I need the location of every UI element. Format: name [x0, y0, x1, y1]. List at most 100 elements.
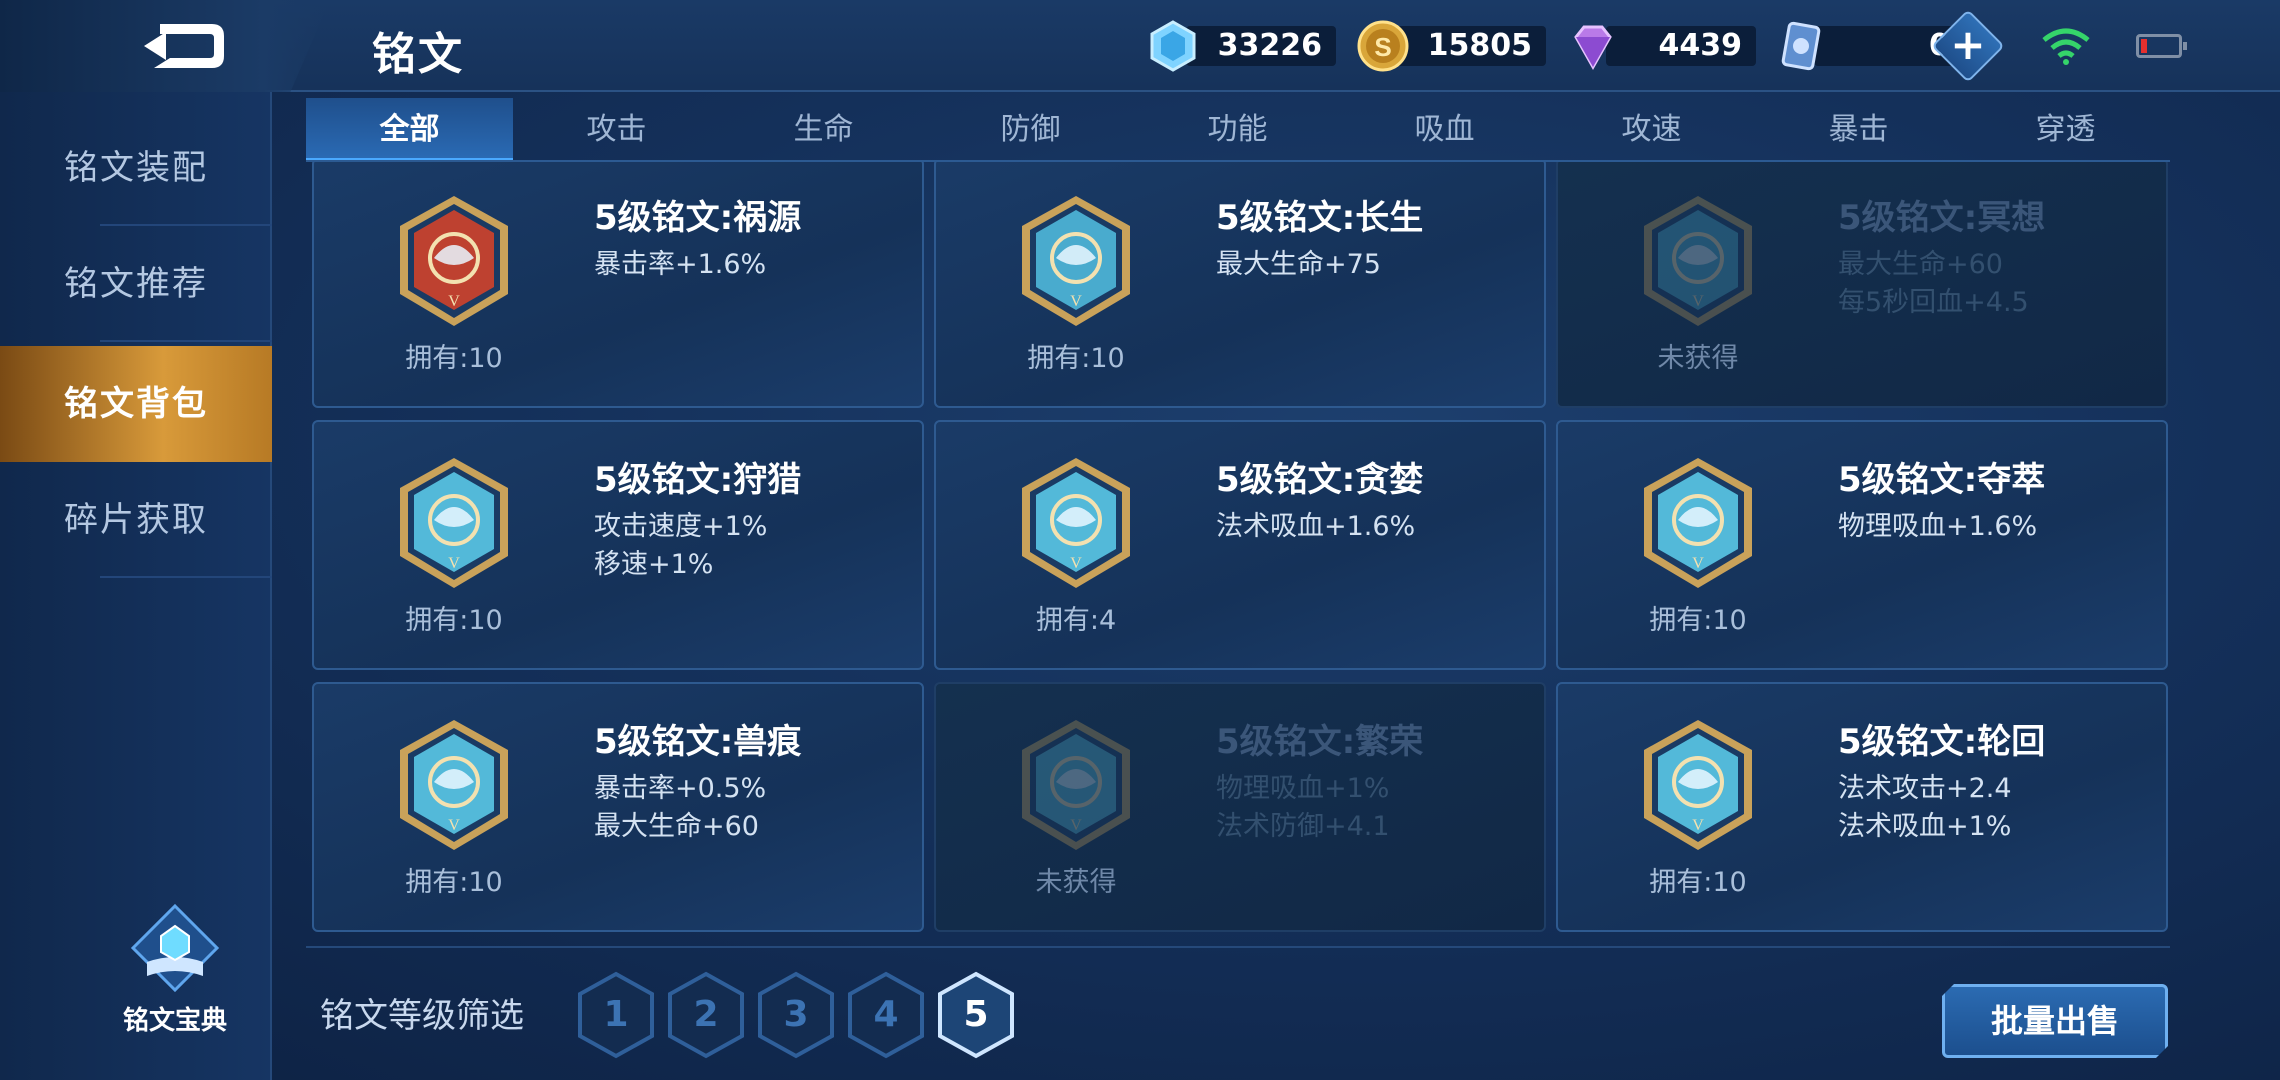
plus-icon: +	[1950, 20, 1986, 69]
inscription-stat: 暴击率+0.5%	[594, 773, 767, 804]
tab-penetration[interactable]: 穿透	[1962, 98, 2169, 162]
tab-health[interactable]: 生命	[720, 98, 927, 162]
inscription-emblem-icon: V	[1022, 196, 1130, 326]
inscription-emblem-icon: V	[400, 196, 508, 326]
inscription-stat: 物理吸血+1%	[1216, 773, 1390, 804]
sidebar-item-backpack[interactable]: 铭文背包	[0, 346, 272, 462]
inscription-stat: 攻击速度+1%	[594, 511, 768, 542]
bottom-divider	[306, 946, 2170, 948]
svg-text:V: V	[1070, 817, 1082, 834]
inscription-card[interactable]: V 5级铭文:夺萃物理吸血+1.6% 拥有:10	[1556, 420, 2168, 670]
level-filter-4[interactable]: 4	[846, 970, 926, 1060]
gold-amount: 15805	[1396, 26, 1546, 66]
tab-all[interactable]: 全部	[306, 98, 513, 162]
inscription-card[interactable]: V 5级铭文:兽痕 暴击率+0.5% 最大生命+60 拥有:10	[312, 682, 924, 932]
gem-amount: 4439	[1606, 26, 1756, 66]
inscription-name: 5级铭文:夺萃	[1838, 460, 2046, 500]
inscription-card[interactable]: V 5级铭文:长生最大生命+75 拥有:10	[934, 162, 1546, 408]
inscription-card[interactable]: V 5级铭文:狩猎 攻击速度+1% 移速+1% 拥有:10	[312, 420, 924, 670]
level-filter-2[interactable]: 2	[666, 970, 746, 1060]
owned-count: 拥有:10	[1649, 867, 1747, 898]
svg-text:V: V	[1692, 293, 1704, 310]
inscription-emblem-icon: V	[400, 720, 508, 850]
svg-text:V: V	[448, 293, 460, 310]
inscription-card[interactable]: V 5级铭文:繁荣 物理吸血+1% 法术防御+4.1 未获得	[934, 682, 1546, 932]
inscription-stat: 法术攻击+2.4	[1838, 773, 2012, 804]
sidebar-item-label: 碎片获取	[64, 500, 208, 540]
svg-text:V: V	[448, 817, 460, 834]
level-filter-5[interactable]: 5	[936, 970, 1016, 1060]
inscription-grid: V 5级铭文:祸源暴击率+1.6% 拥有:10 V 5级铭文:长生最大生命+75 拥有:1…	[306, 162, 2170, 942]
tab-attack-speed[interactable]: 攻速	[1548, 98, 1755, 162]
tab-lifesteal[interactable]: 吸血	[1341, 98, 1548, 162]
owned-count: 拥有:10	[405, 343, 503, 374]
owned-count: 拥有:10	[405, 867, 503, 898]
gold-currency: S 15805	[1356, 18, 1546, 74]
back-arrow-icon	[144, 24, 224, 68]
sidebar-item-equip[interactable]: 铭文装配	[0, 110, 272, 226]
inscription-emblem-icon: V	[1644, 196, 1752, 326]
tab-defense[interactable]: 防御	[927, 98, 1134, 162]
inscription-stat: 法术吸血+1.6%	[1216, 511, 1416, 542]
level-label: 2	[693, 994, 719, 1035]
tab-crit[interactable]: 暴击	[1755, 98, 1962, 162]
inscription-stat: 最大生命+60	[1838, 249, 2003, 280]
inscription-emblem-icon: V	[400, 458, 508, 588]
sidebar: 铭文装配 铭文推荐 铭文背包 碎片获取 铭文宝典	[0, 92, 272, 1080]
level-filter-3[interactable]: 3	[756, 970, 836, 1060]
gold-coin-icon: S	[1357, 20, 1409, 72]
codex-label: 铭文宝典	[122, 1006, 227, 1036]
sidebar-item-label: 铭文背包	[64, 384, 208, 424]
svg-text:S: S	[1374, 32, 1391, 62]
gem-currency: 4439	[1566, 18, 1756, 74]
inscription-emblem-icon: V	[1022, 458, 1130, 588]
level-filter-label: 铭文等级筛选	[320, 996, 524, 1036]
inscription-stat: 每5秒回血+4.5	[1838, 287, 2029, 318]
back-button[interactable]	[0, 0, 330, 92]
card-icon	[1781, 21, 1821, 71]
sidebar-item-label: 铭文推荐	[64, 264, 208, 304]
tab-utility[interactable]: 功能	[1134, 98, 1341, 162]
inscription-stat: 法术吸血+1%	[1838, 811, 2012, 842]
top-bar: 铭文 33226 S 15805 4439 0 +	[0, 0, 2280, 92]
level-label: 1	[603, 994, 629, 1035]
level-label: 5	[963, 994, 989, 1035]
level-label: 3	[783, 994, 809, 1035]
inscription-name: 5级铭文:繁荣	[1216, 722, 1424, 762]
bulk-sell-button[interactable]: 批量出售	[1942, 984, 2168, 1058]
sidebar-item-recommend[interactable]: 铭文推荐	[0, 226, 272, 342]
owned-count: 拥有:10	[1027, 343, 1125, 374]
svg-text:V: V	[448, 555, 460, 572]
inscription-emblem-icon: V	[1644, 458, 1752, 588]
diamond-icon	[1150, 20, 1196, 72]
level-label: 4	[873, 994, 899, 1035]
sidebar-item-label: 铭文装配	[64, 148, 208, 188]
inscription-stat: 物理吸血+1.6%	[1838, 511, 2038, 542]
inscription-stat: 暴击率+1.6%	[594, 249, 767, 280]
inscription-name: 5级铭文:祸源	[594, 198, 802, 238]
owned-count: 未获得	[1657, 343, 1739, 374]
inscription-card[interactable]: V 5级铭文:祸源暴击率+1.6% 拥有:10	[312, 162, 924, 408]
level-filter-1[interactable]: 1	[576, 970, 656, 1060]
inscription-name: 5级铭文:长生	[1216, 198, 1424, 238]
battery-icon	[2136, 34, 2187, 58]
book-icon	[130, 903, 220, 993]
inscription-card[interactable]: V 5级铭文:轮回 法术攻击+2.4 法术吸血+1% 拥有:10	[1556, 682, 2168, 932]
wifi-icon	[2042, 28, 2090, 65]
sidebar-item-fragments[interactable]: 碎片获取	[0, 462, 272, 578]
diamond-currency: 33226	[1146, 18, 1336, 74]
inscription-name: 5级铭文:贪婪	[1216, 460, 1424, 500]
inscription-name: 5级铭文:冥想	[1838, 198, 2046, 238]
tab-attack[interactable]: 攻击	[513, 98, 720, 162]
inscription-card[interactable]: V 5级铭文:贪婪 法术吸血+1.6% 拥有:4	[934, 420, 1546, 670]
page-title: 铭文	[372, 29, 464, 80]
owned-count: 拥有:10	[1649, 605, 1747, 636]
codex-button[interactable]: 铭文宝典	[110, 902, 240, 1037]
inscription-emblem-icon: V	[1644, 720, 1752, 850]
owned-count: 未获得	[1035, 867, 1117, 898]
svg-text:V: V	[1070, 293, 1082, 310]
inscription-stat: 最大生命+75	[1216, 249, 1381, 280]
inscription-card[interactable]: V 5级铭文:冥想最大生命+60 每5秒回血+4.5 未获得	[1556, 162, 2168, 408]
inscription-stat: 移速+1%	[594, 549, 714, 580]
svg-text:V: V	[1692, 555, 1704, 572]
